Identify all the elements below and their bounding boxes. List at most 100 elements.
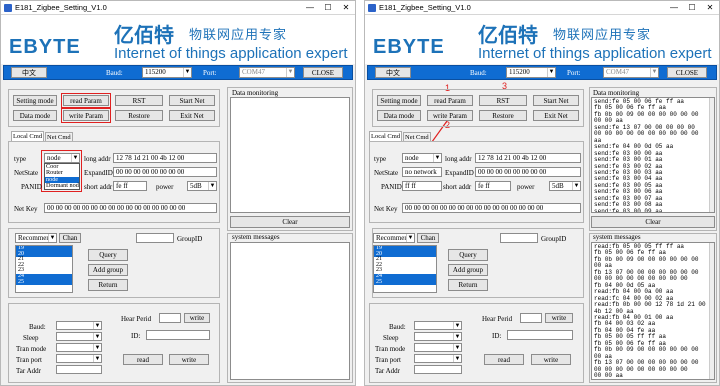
id-field[interactable]: [146, 330, 210, 340]
add-group-button[interactable]: Add group: [448, 264, 488, 276]
add-group-button[interactable]: Add group: [88, 264, 128, 276]
language-button[interactable]: 中文: [375, 67, 411, 78]
restore-button[interactable]: Restore: [479, 110, 527, 121]
baud-label: Baud:: [389, 323, 406, 331]
type-select[interactable]: node ▼: [402, 153, 442, 163]
id-field[interactable]: [507, 330, 573, 340]
netkey-field[interactable]: 00 00 00 00 00 00 00 00 00 00 00 00 00 0…: [402, 203, 581, 213]
trans-baud-select[interactable]: ▼: [56, 321, 102, 330]
expandid-field[interactable]: 00 00 00 00 00 00 00 00: [475, 167, 581, 177]
hear-perid-write-button[interactable]: write: [545, 313, 573, 323]
scrollbar[interactable]: [709, 98, 714, 212]
short-addr-field[interactable]: fe ff: [475, 181, 511, 191]
read-button[interactable]: read: [123, 354, 163, 365]
groupid-field[interactable]: [500, 233, 538, 243]
power-label: power: [156, 183, 174, 191]
restore-button[interactable]: Restore: [115, 110, 163, 121]
rst-button[interactable]: RST: [115, 95, 163, 106]
sleep-select[interactable]: ▼: [414, 332, 462, 341]
tran-mode-select[interactable]: ▼: [414, 343, 462, 352]
port-select[interactable]: COM47 ▼: [239, 67, 295, 78]
chevron-down-icon: ▼: [650, 68, 658, 77]
close-icon[interactable]: ✕: [701, 1, 719, 15]
netstate-label: NetState: [374, 169, 399, 177]
write-button[interactable]: write: [531, 354, 571, 365]
data-monitoring-log[interactable]: send:fe 05 00 06 fe ff aa fb 05 00 06 fe …: [591, 97, 715, 213]
chan-button[interactable]: Chan: [417, 233, 439, 243]
power-select[interactable]: 5dB ▼: [549, 181, 581, 191]
query-button[interactable]: Query: [88, 249, 128, 261]
log-line: send:fe 03 00 09 aa: [594, 207, 663, 213]
sleep-select[interactable]: ▼: [56, 332, 102, 341]
panid-field[interactable]: ff ff: [402, 181, 442, 191]
start-net-button[interactable]: Start Net: [169, 95, 215, 106]
return-button[interactable]: Return: [448, 279, 488, 291]
panid-label: PANID: [21, 183, 42, 191]
list-item[interactable]: 25: [16, 279, 72, 286]
channel-list[interactable]: 19 20 21 22 23 24 25: [15, 245, 73, 293]
power-select[interactable]: 5dB ▼: [187, 181, 217, 191]
tar-addr-field[interactable]: [56, 365, 102, 374]
baud-select[interactable]: 115200 ▼: [506, 67, 556, 78]
read-button[interactable]: read: [484, 354, 524, 365]
channel-list[interactable]: 19 20 21 22 23 24 25: [373, 245, 437, 293]
close-port-button[interactable]: CLOSE: [667, 67, 707, 78]
port-select[interactable]: COM47 ▼: [603, 67, 659, 78]
netkey-field[interactable]: 00 00 00 00 00 00 00 00 00 00 00 00 00 0…: [44, 203, 217, 213]
rst-button[interactable]: RST: [479, 95, 527, 106]
scrollbar[interactable]: [709, 243, 714, 379]
chan-button[interactable]: Chan: [59, 233, 81, 243]
long-addr-field[interactable]: 12 78 1d 21 00 4b 12 00: [113, 153, 217, 163]
setting-mode-button[interactable]: Setting mode: [377, 95, 421, 106]
query-button[interactable]: Query: [448, 249, 488, 261]
minimize-icon[interactable]: —: [301, 1, 319, 15]
maximize-icon[interactable]: ☐: [683, 1, 701, 15]
setting-mode-button[interactable]: Setting mode: [13, 95, 57, 106]
clear-monitor-button[interactable]: Clear: [591, 216, 715, 228]
chevron-down-icon: ▼: [286, 68, 294, 77]
tran-port-label: Tran port: [16, 356, 42, 364]
close-port-button[interactable]: CLOSE: [303, 67, 343, 78]
tab-local-cmd[interactable]: Local Cmd: [11, 131, 45, 141]
tran-port-select[interactable]: ▼: [414, 354, 462, 363]
recommend-select[interactable]: Recommend ▼: [15, 233, 57, 243]
hear-perid-field[interactable]: [520, 313, 542, 323]
tran-port-select[interactable]: ▼: [56, 354, 102, 363]
brand-logo: EBYTE: [373, 36, 445, 58]
long-addr-field[interactable]: 12 78 1d 21 00 4b 12 00: [475, 153, 581, 163]
close-icon[interactable]: ✕: [337, 1, 355, 15]
exit-net-button[interactable]: Exit Net: [169, 110, 215, 121]
data-monitoring-log[interactable]: [230, 97, 350, 213]
tran-mode-select[interactable]: ▼: [56, 343, 102, 352]
data-mode-button[interactable]: Data mode: [13, 110, 57, 121]
return-button[interactable]: Return: [88, 279, 128, 291]
system-messages-log[interactable]: [230, 242, 350, 380]
expandid-field[interactable]: 00 00 00 00 00 00 00 00: [113, 167, 217, 177]
short-addr-field[interactable]: fe ff: [113, 181, 147, 191]
log-line: 00 00 00 00 00 00 00 00 00 00: [594, 130, 699, 138]
write-button[interactable]: write: [169, 354, 209, 365]
hear-perid-write-button[interactable]: write: [184, 313, 210, 323]
tar-addr-field[interactable]: [414, 365, 462, 374]
system-messages-log[interactable]: read:fb 05 00 05 ff ff aa fb 05 00 06 fe …: [591, 242, 715, 380]
recommend-select[interactable]: Recommend ▼: [373, 233, 415, 243]
write-param-button[interactable]: write Param: [427, 110, 473, 121]
trans-baud-select[interactable]: ▼: [414, 321, 462, 330]
maximize-icon[interactable]: ☐: [319, 1, 337, 15]
minimize-icon[interactable]: —: [665, 1, 683, 15]
start-net-button[interactable]: Start Net: [533, 95, 579, 106]
baud-label: Baud:: [470, 69, 487, 77]
clear-monitor-button[interactable]: Clear: [230, 216, 350, 228]
language-button[interactable]: 中文: [11, 67, 47, 78]
tab-local-cmd[interactable]: Local Cmd: [369, 131, 403, 141]
hear-perid-field[interactable]: [159, 313, 181, 323]
data-monitoring-label: Data monitoring: [593, 89, 640, 97]
groupid-field[interactable]: [136, 233, 174, 243]
exit-net-button[interactable]: Exit Net: [533, 110, 579, 121]
data-mode-button[interactable]: Data mode: [377, 110, 421, 121]
list-item[interactable]: 25: [374, 279, 436, 286]
baud-select[interactable]: 115200 ▼: [142, 67, 192, 78]
type-label: type: [374, 155, 387, 163]
read-param-button[interactable]: read Param: [427, 95, 473, 106]
netstate-label: NetState: [14, 169, 39, 177]
